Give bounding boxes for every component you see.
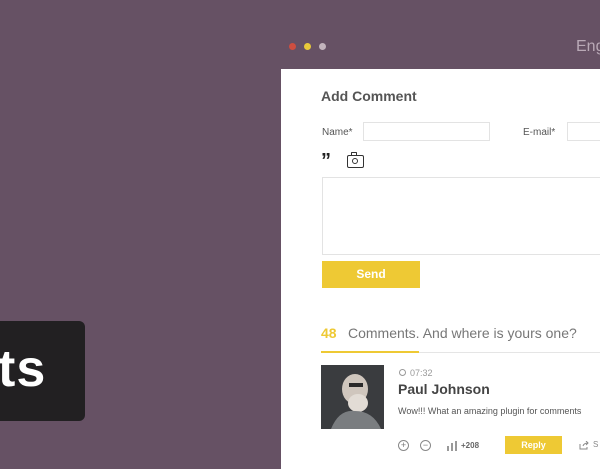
email-label: E-mail* — [523, 127, 556, 138]
window-controls — [289, 43, 326, 50]
close-dot[interactable] — [289, 43, 296, 50]
avatar[interactable] — [321, 365, 384, 429]
reply-button[interactable]: Reply — [505, 436, 562, 454]
comment-textarea[interactable] — [322, 177, 600, 255]
logo: ts — [0, 321, 85, 421]
minimize-dot[interactable] — [304, 43, 311, 50]
form-title: Add Comment — [321, 88, 417, 104]
downvote-icon[interactable]: − — [420, 440, 431, 451]
comments-heading: Comments. And where is yours one? — [348, 325, 577, 341]
name-input[interactable] — [363, 122, 490, 141]
clock-icon — [399, 369, 406, 376]
send-button[interactable]: Send — [322, 261, 420, 288]
active-tab-indicator — [321, 351, 419, 353]
share-label[interactable]: S — [593, 440, 598, 449]
comment-panel: Add Comment Name* E-mail* ” Send 48 Comm… — [281, 69, 600, 469]
name-label: Name* — [322, 127, 353, 138]
comment-time: 07:32 — [410, 368, 433, 378]
comment-text: Wow!!! What an amazing plugin for commen… — [398, 406, 582, 416]
comments-count: 48 — [321, 325, 337, 341]
logo-text: ts — [0, 340, 47, 398]
maximize-dot[interactable] — [319, 43, 326, 50]
camera-icon[interactable] — [347, 152, 364, 168]
vote-count: +208 — [461, 441, 480, 450]
language-selector[interactable]: Eng — [576, 38, 600, 56]
share-icon[interactable] — [579, 441, 589, 450]
upvote-icon[interactable]: + — [398, 440, 409, 451]
quote-icon[interactable]: ” — [321, 151, 331, 171]
email-input[interactable] — [567, 122, 600, 141]
comment-author[interactable]: Paul Johnson — [398, 381, 490, 397]
